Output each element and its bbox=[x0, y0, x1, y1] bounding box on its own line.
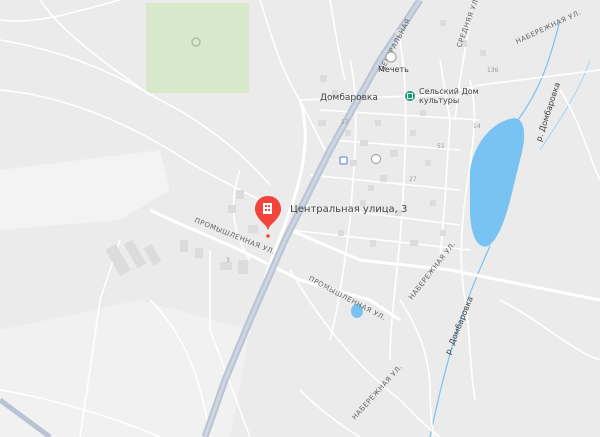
pin-label: Центральная улица, 3 bbox=[290, 204, 407, 215]
bus-stop-icon bbox=[339, 156, 348, 165]
building-icon bbox=[263, 203, 272, 214]
house-number: 27 bbox=[409, 176, 417, 183]
mosque-label: Мечеть bbox=[378, 65, 409, 74]
school-icon bbox=[371, 154, 381, 164]
building-icon-window bbox=[268, 205, 270, 207]
map-view[interactable]: р. Домбаровка р. Домбаровка ЦЕНТРАЛЬНАЯ … bbox=[0, 0, 600, 437]
building-icon-window bbox=[265, 209, 267, 211]
house-number: 51 bbox=[437, 143, 445, 150]
house-number: 14 bbox=[473, 123, 481, 130]
culture-house-label-line2: культуры bbox=[419, 96, 459, 105]
house-number: 136 bbox=[487, 67, 499, 74]
mosque-icon bbox=[385, 51, 397, 63]
building-icon-window bbox=[265, 205, 267, 207]
bus-stop-poi[interactable] bbox=[339, 156, 348, 165]
pin-dot bbox=[266, 234, 270, 238]
culture-house-icon bbox=[405, 91, 415, 101]
culture-house-label-line1: Сельский Дом bbox=[419, 87, 479, 96]
park-area bbox=[146, 3, 249, 93]
school-poi[interactable] bbox=[371, 154, 381, 164]
building-icon-window bbox=[268, 209, 270, 211]
house-number: 3 bbox=[226, 257, 230, 264]
village-label: Домбаровка bbox=[320, 93, 378, 103]
house-number: 17 bbox=[341, 119, 349, 126]
